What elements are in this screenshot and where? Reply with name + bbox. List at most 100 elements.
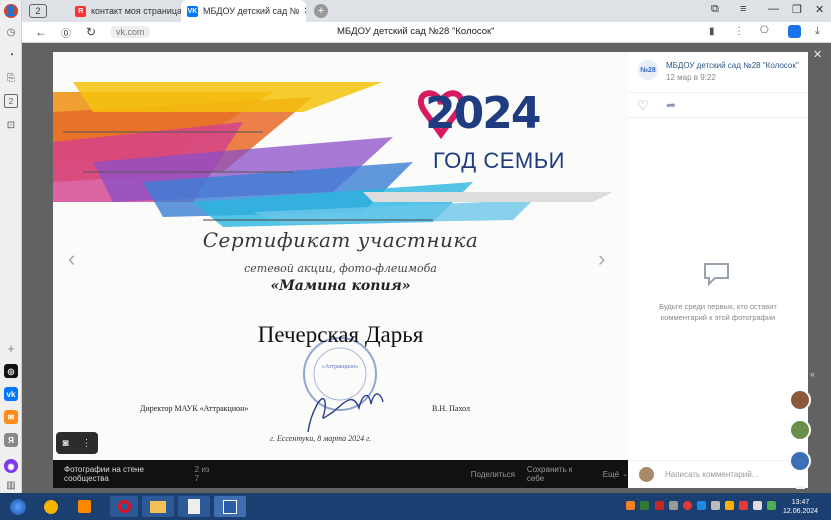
chevron-left-icon[interactable]: ‹	[68, 246, 75, 272]
stamp-text: «Аттракцион»	[321, 364, 359, 370]
tab-count-button[interactable]: 2	[29, 4, 47, 18]
screen: { "browser": { "tab_count": "2", "tabs":…	[0, 0, 831, 520]
clock-icon[interactable]: ◔	[4, 48, 18, 62]
share-icon[interactable]: ➦	[666, 98, 676, 112]
save-link[interactable]: Сохранить к себе	[527, 465, 591, 483]
tray-battery-icon[interactable]	[767, 501, 776, 510]
yandex-favicon-icon: Я	[75, 5, 86, 17]
tab-title: контакт моя страница —	[91, 6, 181, 16]
notepad-icon[interactable]	[178, 496, 210, 517]
history-icon[interactable]: ◷	[4, 25, 18, 39]
clock-date: 12.06.2024	[783, 508, 819, 515]
chat-avatar-3[interactable]	[789, 450, 811, 472]
sidebar-menu-icon[interactable]: ▥	[4, 478, 18, 492]
reader-icon[interactable]: ⎔	[760, 25, 769, 36]
tab-vk-profile[interactable]: Я контакт моя страница —	[69, 0, 181, 22]
group-name[interactable]: МБДОУ детский сад №28 "Колосок"	[666, 61, 799, 70]
bookmark-icon[interactable]: ▮	[709, 26, 715, 37]
photo-counter: 2 из 7	[194, 465, 210, 483]
explorer-icon[interactable]	[142, 496, 174, 517]
empty-comments-text: Будьте среди первых, кто оставит коммент…	[659, 302, 777, 322]
vk-favicon-icon: VK	[187, 5, 198, 17]
tray-red-icon[interactable]	[655, 501, 664, 510]
album-link[interactable]: Фотографии на стене сообщества	[64, 465, 189, 483]
viewer-footer: Фотографии на стене сообщества 2 из 7 По…	[53, 460, 628, 488]
certificate-photo: 2024 ГОД СЕМЬИ Сертификат участника сете…	[53, 52, 628, 460]
camera-icon[interactable]: ◙	[62, 438, 68, 449]
collapse-chats-icon[interactable]: «	[810, 369, 815, 379]
profile-icon[interactable]: 👤	[4, 4, 18, 18]
settings-menu-icon[interactable]: ≡	[740, 3, 746, 15]
post-actions: ♡ ➦	[628, 92, 808, 118]
taskbar: 13:47 12.06.2024	[0, 493, 831, 520]
media-player-icon[interactable]	[73, 496, 95, 517]
heart-icon[interactable]: ♡	[637, 98, 649, 114]
downloads-icon[interactable]: ⎘	[4, 71, 18, 85]
tab-title: МБДОУ детский сад №	[203, 6, 300, 16]
tray-network-icon[interactable]	[697, 501, 706, 510]
user-avatar	[639, 467, 654, 482]
close-viewer-icon[interactable]: ✕	[813, 48, 822, 61]
stamp	[303, 337, 377, 411]
more-link[interactable]: Ещё	[603, 470, 619, 479]
new-tab-button[interactable]: +	[314, 4, 328, 18]
photo-controls: ◙ ⋮	[56, 432, 98, 454]
chat-avatar-2[interactable]	[789, 419, 811, 441]
clock-time: 13:47	[791, 499, 810, 506]
comment-input[interactable]: Написать комментарий...	[628, 460, 808, 488]
tab-mbdou[interactable]: VK МБДОУ детский сад № ✕	[181, 0, 306, 22]
back-icon[interactable]: ←	[35, 25, 47, 39]
group-avatar[interactable]: №28	[638, 60, 658, 80]
minimize-icon[interactable]: —	[768, 3, 779, 15]
page-title: МБДОУ детский сад №28 "Колосок"	[337, 26, 495, 37]
yandex-icon[interactable]: Я	[4, 433, 18, 447]
share-link[interactable]: Поделиться	[471, 470, 515, 479]
comments-panel: №28 МБДОУ детский сад №28 "Колосок" 12 м…	[628, 52, 808, 488]
recipient-name: Печерская Дарья	[257, 322, 424, 347]
translate-icon[interactable]	[788, 25, 801, 38]
tray-yellow-icon[interactable]	[725, 501, 734, 510]
mail-icon[interactable]: ✉	[4, 410, 18, 424]
certificate-subtitle: сетевой акции, фото-флешмоба	[244, 262, 437, 275]
close-tab-icon[interactable]: ✕	[303, 6, 306, 17]
download-icon[interactable]: ⤓	[815, 25, 820, 38]
close-window-icon[interactable]: ✕	[815, 3, 824, 16]
add-icon[interactable]: +	[4, 341, 18, 356]
taskbar-clock[interactable]: 13:47 12.06.2024	[783, 498, 818, 516]
right-panel: ✕ «	[808, 43, 831, 493]
post-date[interactable]: 12 мар в 9:22	[666, 73, 716, 82]
tray-red2-icon[interactable]	[739, 501, 748, 510]
chevron-right-icon[interactable]: ›	[598, 246, 605, 272]
chats-icon[interactable]: ▬	[796, 481, 805, 491]
address-bar: ← ⓪ ↻ vk.com МБДОУ детский сад №28 "Коло…	[22, 22, 831, 43]
tray-shield-icon[interactable]	[640, 501, 649, 510]
opera-icon[interactable]	[110, 496, 138, 517]
tray-flag-icon[interactable]	[753, 501, 762, 510]
alice-icon[interactable]: ◎	[4, 364, 18, 378]
tab-bar: 2 Я контакт моя страница — VK МБДОУ детс…	[0, 0, 831, 22]
start-button[interactable]	[5, 496, 31, 517]
certificate-graphics	[53, 82, 613, 433]
shield-icon[interactable]: ⓪	[60, 25, 72, 40]
reload-icon[interactable]: ↻	[85, 25, 97, 39]
bookmarks-icon[interactable]: ⊡	[4, 118, 18, 132]
director-line: Директор МАУК «Аттракцион»	[140, 404, 249, 413]
extension-icon[interactable]: ⋮	[734, 26, 744, 37]
logo-caption: ГОД СЕМЬИ	[433, 148, 565, 173]
collections-icon[interactable]: ⧉	[711, 3, 719, 16]
comment-icon	[704, 263, 729, 287]
messenger-icon[interactable]: ◉	[4, 459, 18, 473]
url-domain[interactable]: vk.com	[111, 26, 150, 38]
restore-icon[interactable]: ❐	[792, 3, 802, 16]
more-icon[interactable]: ⋮	[82, 438, 92, 449]
sidebar-badge[interactable]: 2	[4, 94, 18, 108]
chat-avatar-1[interactable]	[789, 389, 811, 411]
word-icon[interactable]	[214, 496, 246, 517]
yandex-browser-icon[interactable]	[40, 496, 62, 517]
certificate-title: Сертификат участника	[202, 228, 479, 252]
tray-yandex-icon[interactable]	[683, 501, 692, 510]
tray-volume-icon[interactable]	[711, 501, 720, 510]
tray-gray-icon[interactable]	[669, 501, 678, 510]
tray-avast-icon[interactable]	[626, 501, 635, 510]
vk-icon[interactable]: vk	[4, 387, 18, 401]
